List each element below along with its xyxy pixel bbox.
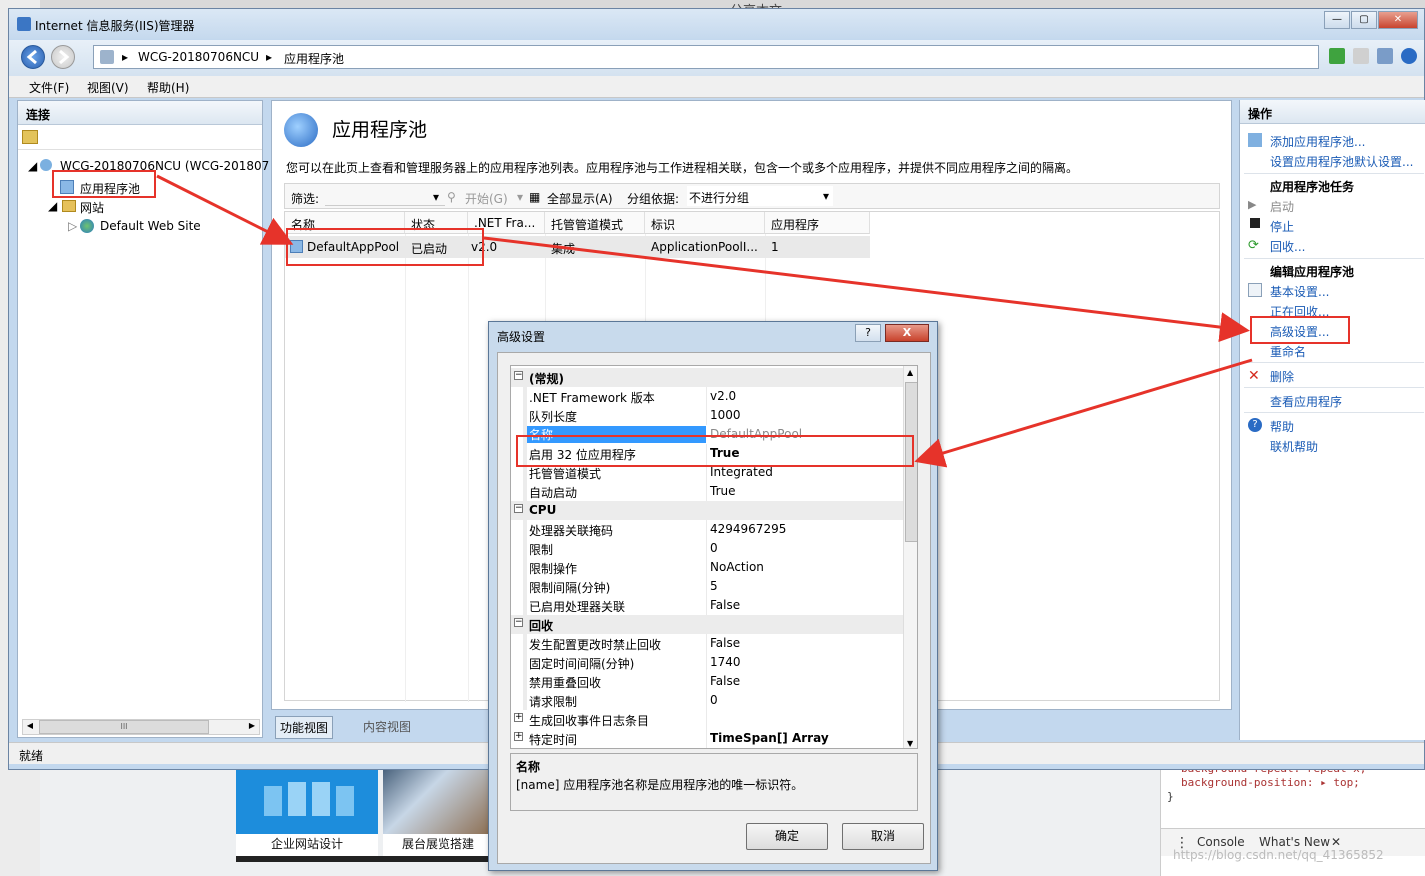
annotation-arrows xyxy=(156,174,1253,468)
annotation-arrow xyxy=(483,236,1250,343)
annotation-arrow xyxy=(156,174,294,245)
annotation-arrow xyxy=(914,358,1253,468)
